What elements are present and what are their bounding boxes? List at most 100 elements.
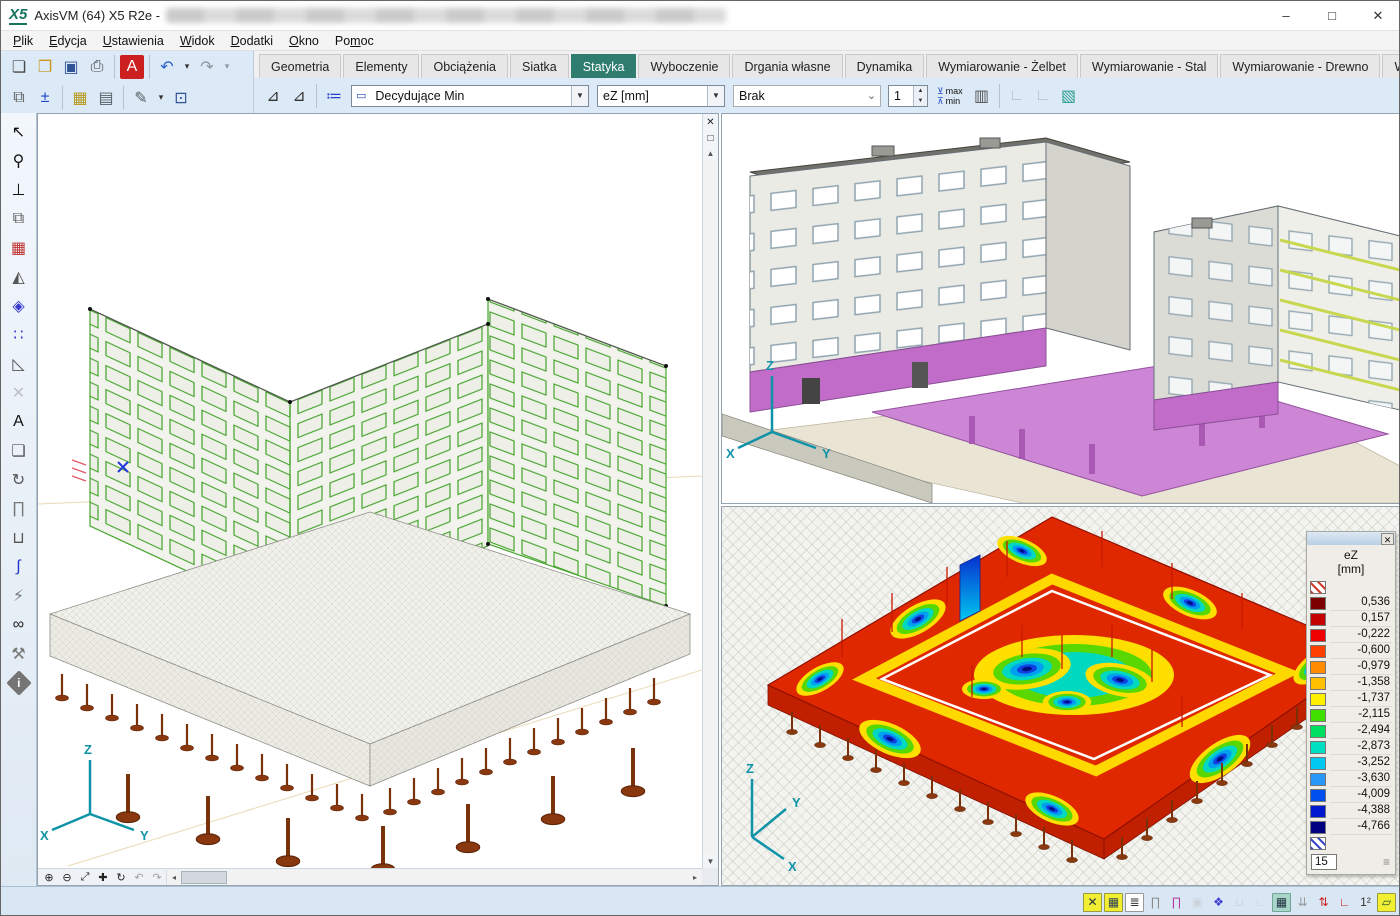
reactions-display-icon[interactable]: ⇅ xyxy=(1314,893,1333,912)
loads-display-icon[interactable]: ⇊ xyxy=(1293,893,1312,912)
workbench-gray-icon[interactable]: ∏ xyxy=(1146,893,1165,912)
undo-icon[interactable]: ↶ xyxy=(155,55,179,79)
vscroll-down-icon[interactable]: ▼ xyxy=(703,854,718,868)
exponent-format-icon[interactable]: 1² xyxy=(1356,893,1375,912)
layers-icon[interactable]: ⧉ xyxy=(7,86,31,110)
wireframe-model-canvas[interactable]: Z X Y xyxy=(38,114,702,868)
menu-item-okno[interactable]: Okno xyxy=(281,31,327,51)
tab-wymiarowanie-drewno[interactable]: Wymiarowanie - Drewno xyxy=(1220,54,1380,78)
relative-axes-icon[interactable]: ∟ xyxy=(1251,893,1270,912)
hscroll-bar[interactable]: ◂ ▸ xyxy=(166,870,702,885)
diamond-cursor-icon[interactable]: ❖ xyxy=(1209,893,1228,912)
menu-item-edycja[interactable]: Edycja xyxy=(41,31,95,51)
library-dropdown-icon[interactable]: ▾ xyxy=(155,86,167,110)
info-icon[interactable]: i xyxy=(6,670,31,695)
tab-obciążenia[interactable]: Obciążenia xyxy=(421,54,508,78)
select-cursor-icon[interactable]: ↖ xyxy=(5,118,32,145)
rendered-viewport[interactable]: Z X Y xyxy=(721,113,1400,504)
tab-geometria[interactable]: Geometria xyxy=(259,54,341,78)
legend-header[interactable]: ✕ xyxy=(1307,532,1395,545)
dimension-text-icon[interactable]: A xyxy=(5,408,32,435)
zoom-out-icon[interactable]: ⊖ xyxy=(58,870,76,885)
edit-sheets-icon[interactable]: ❏ xyxy=(5,437,32,464)
diagram-y-x-icon[interactable]: ∟ xyxy=(1005,84,1029,108)
tab-wyboczenie[interactable]: Wyboczenie xyxy=(638,54,730,78)
minmax-toggle[interactable]: ⊻max ⊼min xyxy=(937,86,963,106)
undo-dropdown-icon[interactable]: ▾ xyxy=(181,55,193,79)
drawing-library-icon[interactable]: ✎ xyxy=(129,86,153,110)
mode-chevron-icon[interactable]: ⌄ xyxy=(863,86,880,106)
legend-close-icon[interactable]: ✕ xyxy=(1381,533,1394,545)
mode-combo[interactable]: Brak ⌄ xyxy=(733,85,881,107)
menu-item-widok[interactable]: Widok xyxy=(172,31,223,51)
mesh-toggle-icon[interactable]: ▦ xyxy=(1272,893,1291,912)
fit-square-icon[interactable]: ▣ xyxy=(1188,893,1207,912)
hscroll-thumb[interactable] xyxy=(181,871,227,884)
pdf-export-icon[interactable]: A xyxy=(120,55,144,79)
grid-cursor-toggle-icon[interactable]: ▦ xyxy=(1104,893,1123,912)
menu-item-plik[interactable]: Plik xyxy=(5,31,41,51)
spinner-up-icon[interactable]: ▲ xyxy=(914,86,927,96)
geometry-check-icon[interactable]: ◺ xyxy=(5,350,32,377)
static-curve-icon[interactable]: ⊿ xyxy=(287,84,311,108)
glasses-view-icon[interactable]: ∞ xyxy=(5,611,32,638)
component-combo[interactable]: eZ [mm] ▼ xyxy=(597,85,725,107)
tab-wymiarowanie-żelbet[interactable]: Wymiarowanie - Żelbet xyxy=(926,54,1078,78)
local-axes-icon[interactable]: ∟ xyxy=(1335,893,1354,912)
tables-icon[interactable]: ▦ xyxy=(68,86,92,110)
menu-item-pomoc[interactable]: Pomoc xyxy=(327,31,382,51)
flashlight-render-icon[interactable]: ⚡ xyxy=(5,582,32,609)
tab-siatka[interactable]: Siatka xyxy=(510,54,569,78)
zoom-icon[interactable]: ⚲ xyxy=(5,147,32,174)
workbench-active-icon[interactable]: ∏ xyxy=(1167,893,1186,912)
coordinate-window-icon[interactable]: ≣ xyxy=(1125,893,1144,912)
guidelines-icon[interactable]: ◈ xyxy=(5,292,32,319)
rotate-order-icon[interactable]: ↻ xyxy=(5,466,32,493)
wall-path-icon[interactable]: ⊔ xyxy=(5,524,32,551)
diagram-f-icon[interactable]: ∟ xyxy=(1031,84,1055,108)
tab-wymiarowanie-stal[interactable]: Wymiarowanie - Stal xyxy=(1080,54,1219,78)
close-button[interactable]: ✕ xyxy=(1355,1,1400,31)
redo-view-icon[interactable]: ↷ xyxy=(148,870,166,885)
open-folder-icon[interactable]: ❒ xyxy=(33,55,57,79)
hscroll-left-icon[interactable]: ◂ xyxy=(167,873,181,882)
contour-plot-canvas[interactable]: Z Y X xyxy=(722,507,1400,885)
pan-icon[interactable]: ✚ xyxy=(94,870,112,885)
color-palette-icon[interactable]: ▦ xyxy=(5,234,32,261)
zoom-fit-icon[interactable]: ⤢ xyxy=(76,870,94,885)
rotate-view-icon[interactable]: ↻ xyxy=(112,870,130,885)
coordinate-axes-icon[interactable]: ⊥ xyxy=(5,176,32,203)
minimize-button[interactable]: – xyxy=(1263,1,1309,31)
tab-wymiarowanie-mur[interactable]: Wymiarowanie - Mur xyxy=(1382,54,1400,78)
polyline-icon[interactable]: ⊔ xyxy=(1230,893,1249,912)
vscroll-track[interactable] xyxy=(703,160,718,854)
static-diagram-icon[interactable]: ⊿ xyxy=(261,84,285,108)
storey-level-icon[interactable]: ± xyxy=(33,86,57,110)
undo-view-icon[interactable]: ↶ xyxy=(130,870,148,885)
result-case-dropdown-icon[interactable]: ▼ xyxy=(571,86,588,106)
component-dropdown-icon[interactable]: ▼ xyxy=(707,86,724,106)
workplane-toggle-icon[interactable]: ▱ xyxy=(1377,893,1396,912)
maximize-button[interactable]: □ xyxy=(1309,1,1355,31)
new-file-icon[interactable]: ❏ xyxy=(7,55,31,79)
section-line-icon[interactable]: ∫ xyxy=(5,553,32,580)
wrench-tools-icon[interactable]: ⚒ xyxy=(5,640,32,667)
viewport-maximize-icon[interactable]: □ xyxy=(703,130,718,146)
structure-grid-icon[interactable]: ∷ xyxy=(5,321,32,348)
redo-icon[interactable]: ↷ xyxy=(195,55,219,79)
legend-level-count[interactable]: 15 xyxy=(1311,854,1337,870)
hscroll-right-icon[interactable]: ▸ xyxy=(688,873,702,882)
save-view-icon[interactable]: ⊡ xyxy=(169,86,193,110)
zoom-in-icon[interactable]: ⊕ xyxy=(40,870,58,885)
color-legend[interactable]: ✕ eZ [mm] 0,5360,157-0,222-0,600-0,979-1… xyxy=(1306,531,1396,875)
contour-viewport[interactable]: Z Y X ✕ eZ [mm] 0,5360,157-0,222-0,600-0… xyxy=(721,506,1400,886)
tab-dynamika[interactable]: Dynamika xyxy=(845,54,925,78)
viewport-close-icon[interactable]: ✕ xyxy=(703,114,718,130)
animation-icon[interactable]: ▥ xyxy=(970,84,994,108)
tab-drgania-własne[interactable]: Drgania własne xyxy=(732,54,842,78)
parts-icon[interactable]: ⧉ xyxy=(5,205,32,232)
result-display-params-icon[interactable]: ≔ xyxy=(322,84,346,108)
report-icon[interactable]: ▤ xyxy=(94,86,118,110)
redo-dropdown-icon[interactable]: ▾ xyxy=(221,55,233,79)
rendered-model-canvas[interactable]: Z X Y xyxy=(722,114,1400,503)
